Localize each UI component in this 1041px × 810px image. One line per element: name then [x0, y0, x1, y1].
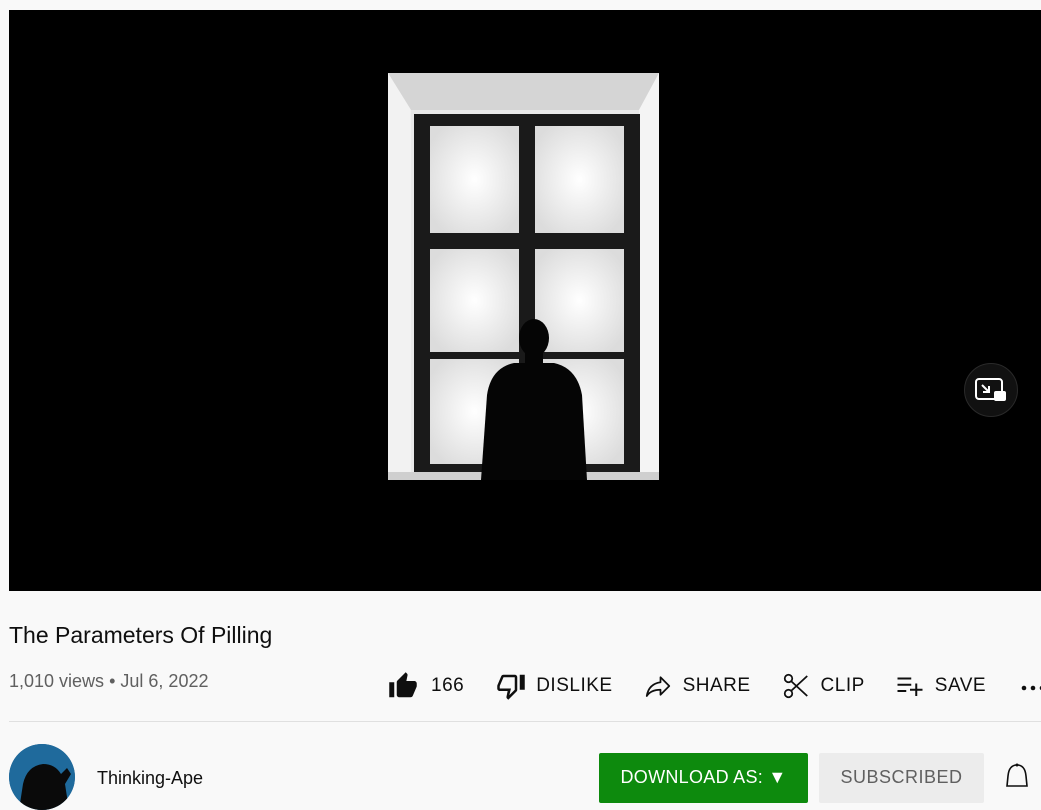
save-label: SAVE	[934, 675, 987, 696]
action-bar: 166 DISLIKE SHARE CLIP SAVE	[388, 668, 1041, 704]
channel-avatar[interactable]	[9, 744, 75, 810]
upload-date: Jul 6, 2022	[120, 671, 209, 691]
playlist-add-icon	[897, 677, 923, 696]
share-button[interactable]: SHARE	[643, 671, 751, 701]
download-as-button[interactable]: DOWNLOAD AS: ▼	[599, 753, 808, 803]
view-count: 1,010 views	[9, 671, 105, 691]
share-arrow-icon	[645, 676, 670, 697]
like-count: 166	[431, 675, 465, 696]
bell-icon	[1006, 763, 1028, 787]
more-horizontal-icon	[1021, 685, 1041, 691]
clip-label: CLIP	[820, 675, 865, 696]
video-frame-window-silhouette	[388, 73, 659, 480]
video-title: The Parameters Of Pilling	[9, 622, 273, 648]
more-actions-button[interactable]	[1020, 671, 1041, 701]
video-player[interactable]	[9, 10, 1041, 591]
meta-separator: •	[109, 671, 116, 691]
subscribed-button[interactable]: SUBSCRIBED	[819, 753, 984, 803]
like-button[interactable]: 166	[388, 671, 464, 701]
notification-bell-button[interactable]	[1003, 762, 1031, 792]
video-meta: 1,010 views • Jul 6, 2022	[9, 671, 208, 692]
divider	[9, 721, 1041, 722]
dislike-button[interactable]: DISLIKE	[496, 671, 612, 701]
thumb-down-outline-icon	[497, 674, 525, 700]
share-label: SHARE	[682, 675, 751, 696]
scissors-icon	[783, 673, 808, 699]
save-button[interactable]: SAVE	[895, 671, 986, 701]
thumb-up-filled-icon	[389, 672, 417, 698]
dislike-label: DISLIKE	[536, 675, 613, 696]
miniplayer-icon	[975, 378, 1006, 401]
miniplayer-button[interactable]	[964, 363, 1018, 417]
clip-button[interactable]: CLIP	[781, 671, 865, 701]
ape-avatar-image	[9, 744, 75, 810]
